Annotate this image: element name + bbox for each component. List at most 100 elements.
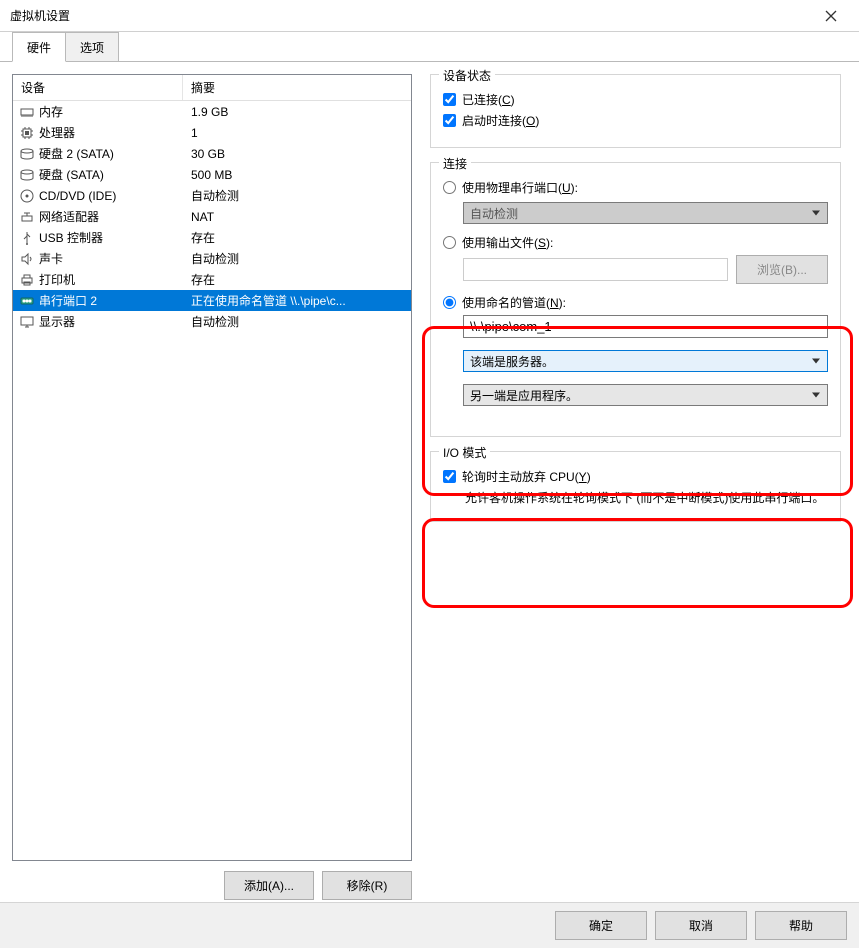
cell-summary: 存在 bbox=[187, 229, 407, 246]
cell-summary: 自动检测 bbox=[187, 187, 407, 204]
remove-button[interactable]: 移除(R) bbox=[322, 871, 412, 900]
tab-hardware[interactable]: 硬件 bbox=[12, 32, 66, 62]
group-device-status: 设备状态 已连接(C) 启动时连接(O) bbox=[430, 74, 841, 148]
cell-device-name: USB 控制器 bbox=[17, 229, 187, 246]
cell-device-name: 内存 bbox=[17, 103, 187, 120]
tab-bar: 硬件 选项 bbox=[0, 32, 859, 62]
add-button[interactable]: 添加(A)... bbox=[224, 871, 314, 900]
row-output-file: 使用输出文件(S): bbox=[443, 234, 828, 251]
device-name-text: 串行端口 2 bbox=[39, 292, 97, 309]
legend-device-status: 设备状态 bbox=[439, 67, 495, 84]
table-row[interactable]: CD/DVD (IDE) 自动检测 bbox=[13, 185, 411, 206]
sound-icon bbox=[19, 251, 35, 267]
window-title: 虚拟机设置 bbox=[10, 7, 70, 24]
cell-device-name: 处理器 bbox=[17, 124, 187, 141]
cell-summary: 1 bbox=[187, 126, 407, 140]
list-body: 内存 1.9 GB 处理器 1 硬盘 2 (SATA) 30 GB 硬盘 (SATA) 500… bbox=[13, 101, 411, 332]
cell-summary: 1.9 GB bbox=[187, 105, 407, 119]
left-panel: 设备 摘要 内存 1.9 GB 处理器 1 硬盘 2 (SATA) 30 GB 硬盘 (SA… bbox=[12, 74, 412, 900]
select-end2[interactable] bbox=[463, 384, 828, 406]
block-output-file: 浏览(B)... bbox=[463, 255, 828, 284]
legend-connection: 连接 bbox=[439, 155, 471, 172]
disk-icon bbox=[19, 146, 35, 162]
table-row[interactable]: 声卡 自动检测 bbox=[13, 248, 411, 269]
block-physical-port bbox=[463, 202, 828, 224]
help-button[interactable]: 帮助 bbox=[755, 911, 847, 940]
cell-device-name: CD/DVD (IDE) bbox=[17, 188, 187, 204]
hint-yield-cpu: 允许客机操作系统在轮询模式下 (而不是中断模式)使用此串行端口。 bbox=[465, 489, 828, 507]
cell-summary: 30 GB bbox=[187, 147, 407, 161]
select-end2-wrap bbox=[463, 384, 828, 406]
input-pipe-name[interactable] bbox=[463, 315, 828, 338]
device-list[interactable]: 设备 摘要 内存 1.9 GB 处理器 1 硬盘 2 (SATA) 30 GB 硬盘 (SA… bbox=[12, 74, 412, 861]
radio-physical-port[interactable] bbox=[443, 181, 456, 194]
usb-icon bbox=[19, 230, 35, 246]
input-output-file[interactable] bbox=[463, 258, 728, 281]
table-row[interactable]: 硬盘 (SATA) 500 MB bbox=[13, 164, 411, 185]
cell-device-name: 声卡 bbox=[17, 250, 187, 267]
right-panel: 设备状态 已连接(C) 启动时连接(O) 连接 使用物理串行端口(U): bbox=[424, 74, 847, 900]
checkbox-yield-cpu[interactable] bbox=[443, 470, 456, 483]
row-connect-at-poweron: 启动时连接(O) bbox=[443, 112, 828, 129]
label-physical-port: 使用物理串行端口(U): bbox=[462, 179, 578, 196]
radio-output-file[interactable] bbox=[443, 236, 456, 249]
device-name-text: 网络适配器 bbox=[39, 208, 99, 225]
cell-device-name: 硬盘 2 (SATA) bbox=[17, 145, 187, 162]
table-row[interactable]: 内存 1.9 GB bbox=[13, 101, 411, 122]
col-header-device[interactable]: 设备 bbox=[13, 75, 183, 100]
select-physical-port-wrap bbox=[463, 202, 828, 224]
table-row[interactable]: 网络适配器NAT bbox=[13, 206, 411, 227]
cancel-button[interactable]: 取消 bbox=[655, 911, 747, 940]
checkbox-connect-at-poweron[interactable] bbox=[443, 114, 456, 127]
device-name-text: 硬盘 (SATA) bbox=[39, 166, 104, 183]
cell-summary: 存在 bbox=[187, 271, 407, 288]
select-end1[interactable] bbox=[463, 350, 828, 372]
device-name-text: 硬盘 2 (SATA) bbox=[39, 145, 114, 162]
label-yield-cpu: 轮询时主动放弃 CPU(Y) bbox=[462, 468, 591, 485]
serial-icon bbox=[19, 293, 35, 309]
net-icon bbox=[19, 209, 35, 225]
cell-summary: 自动检测 bbox=[187, 250, 407, 267]
device-name-text: CD/DVD (IDE) bbox=[39, 189, 116, 203]
group-io-mode: I/O 模式 轮询时主动放弃 CPU(Y) 允许客机操作系统在轮询模式下 (而不… bbox=[430, 451, 841, 522]
table-row[interactable]: USB 控制器 存在 bbox=[13, 227, 411, 248]
table-row[interactable]: 串行端口 2正在使用命名管道 \\.\pipe\c... bbox=[13, 290, 411, 311]
cell-summary: 自动检测 bbox=[187, 313, 407, 330]
table-row[interactable]: 硬盘 2 (SATA) 30 GB bbox=[13, 143, 411, 164]
device-name-text: 显示器 bbox=[39, 313, 75, 330]
checkbox-connected[interactable] bbox=[443, 93, 456, 106]
browse-button[interactable]: 浏览(B)... bbox=[736, 255, 828, 284]
device-name-text: USB 控制器 bbox=[39, 229, 103, 246]
block-named-pipe bbox=[463, 315, 828, 406]
list-header: 设备 摘要 bbox=[13, 75, 411, 101]
cell-device-name: 显示器 bbox=[17, 313, 187, 330]
cell-device-name: 串行端口 2 bbox=[17, 292, 187, 309]
table-row[interactable]: 打印机 存在 bbox=[13, 269, 411, 290]
row-physical-port: 使用物理串行端口(U): bbox=[443, 179, 828, 196]
device-name-text: 声卡 bbox=[39, 250, 63, 267]
select-end1-wrap bbox=[463, 350, 828, 372]
device-name-text: 处理器 bbox=[39, 124, 75, 141]
select-physical-port[interactable] bbox=[463, 202, 828, 224]
device-name-text: 内存 bbox=[39, 103, 63, 120]
table-row[interactable]: 处理器 1 bbox=[13, 122, 411, 143]
close-icon bbox=[825, 10, 837, 22]
row-yield-cpu: 轮询时主动放弃 CPU(Y) bbox=[443, 468, 828, 485]
cd-icon bbox=[19, 188, 35, 204]
radio-named-pipe[interactable] bbox=[443, 296, 456, 309]
close-button[interactable] bbox=[811, 2, 851, 30]
ok-button[interactable]: 确定 bbox=[555, 911, 647, 940]
cell-device-name: 网络适配器 bbox=[17, 208, 187, 225]
footer: 确定 取消 帮助 bbox=[0, 902, 859, 948]
cell-summary: 500 MB bbox=[187, 168, 407, 182]
group-connection: 连接 使用物理串行端口(U): 使用输出文件(S): 浏览(B)... 使 bbox=[430, 162, 841, 437]
display-icon bbox=[19, 314, 35, 330]
label-output-file: 使用输出文件(S): bbox=[462, 234, 553, 251]
cell-device-name: 打印机 bbox=[17, 271, 187, 288]
device-name-text: 打印机 bbox=[39, 271, 75, 288]
left-buttons: 添加(A)... 移除(R) bbox=[12, 871, 412, 900]
tab-options[interactable]: 选项 bbox=[65, 32, 119, 61]
label-named-pipe: 使用命名的管道(N): bbox=[462, 294, 566, 311]
col-header-summary[interactable]: 摘要 bbox=[183, 75, 411, 100]
table-row[interactable]: 显示器 自动检测 bbox=[13, 311, 411, 332]
